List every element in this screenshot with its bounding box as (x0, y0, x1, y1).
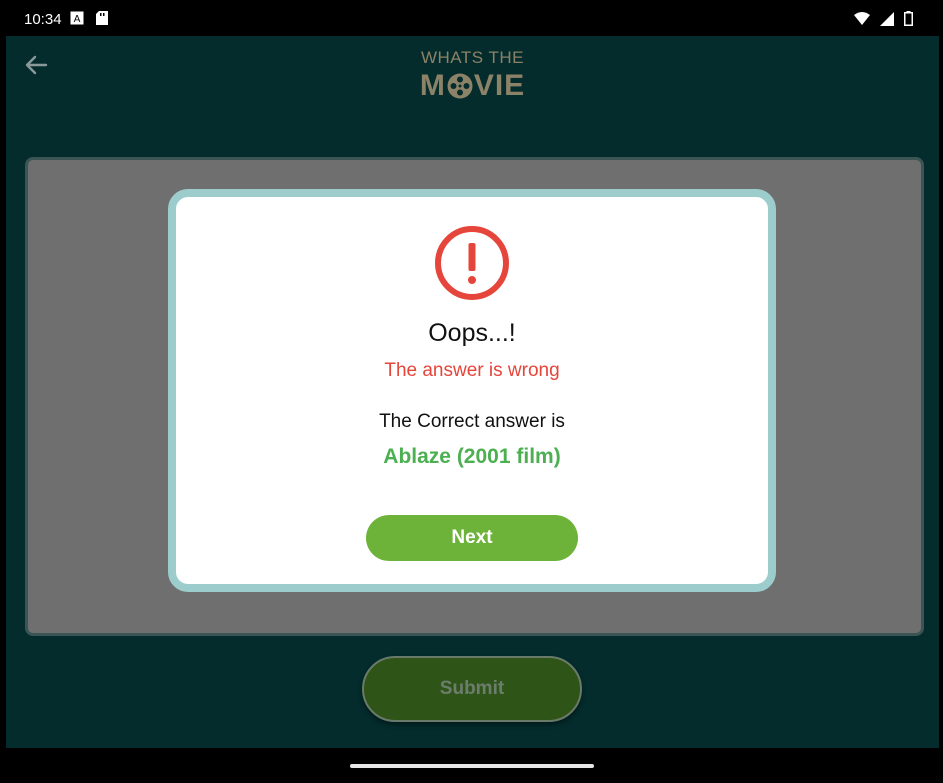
notification-a-icon: A (70, 11, 84, 29)
status-bar: 10:34 A (0, 0, 943, 36)
home-handle[interactable] (350, 764, 594, 768)
logo-letters-vie: VIE (473, 69, 526, 102)
status-right-icons (854, 11, 913, 30)
logo-bottom-text: M VIE (6, 71, 939, 101)
svg-text:A: A (74, 14, 81, 25)
navigation-bar (0, 748, 943, 783)
status-time: 10:34 (24, 11, 62, 28)
submit-button[interactable]: Submit (362, 656, 582, 722)
film-reel-icon (447, 73, 473, 99)
alert-circle-icon (434, 225, 510, 301)
logo-letter-m: M (419, 69, 446, 102)
correct-answer-value: Ablaze (2001 film) (383, 445, 561, 468)
battery-icon (904, 11, 913, 30)
result-dialog: Oops...! The answer is wrong The Correct… (168, 189, 776, 592)
app-logo: WHATS THE M VIE (6, 48, 939, 101)
wifi-icon (854, 12, 870, 29)
sd-card-icon (96, 11, 108, 29)
device-frame: 10:34 A WHATS THE M VIE Submit Oops...! … (0, 0, 943, 783)
signal-icon (880, 11, 894, 30)
dialog-subtitle: The answer is wrong (384, 360, 560, 381)
logo-top-text: WHATS THE (420, 48, 525, 67)
next-button[interactable]: Next (366, 515, 578, 561)
dialog-title: Oops...! (428, 319, 516, 347)
status-left-icons: A (70, 11, 108, 29)
correct-answer-label: The Correct answer is (379, 411, 565, 432)
